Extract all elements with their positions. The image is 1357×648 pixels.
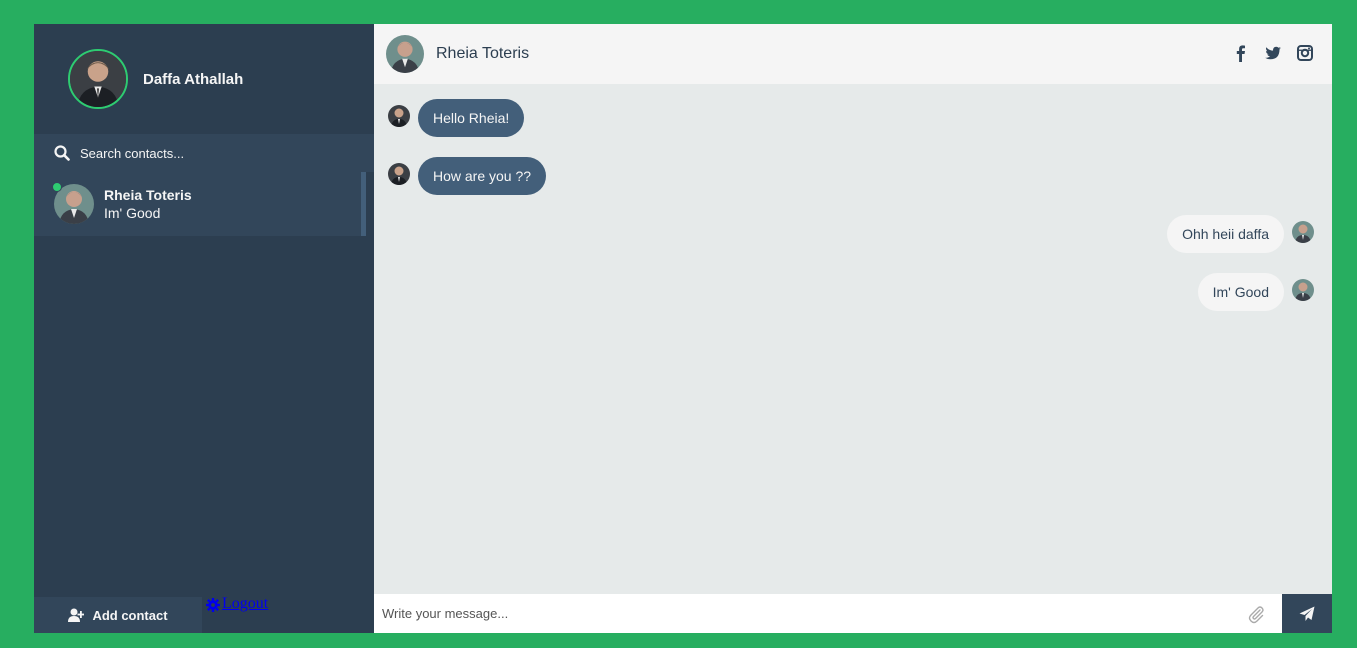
twitter-icon[interactable] — [1264, 44, 1282, 62]
contact-preview: Im' Good — [104, 205, 161, 221]
paper-plane-icon — [1299, 606, 1315, 621]
message-avatar — [1292, 279, 1314, 301]
user-profile: Daffa Athallah — [34, 24, 374, 134]
message-input[interactable] — [374, 594, 1246, 633]
sidebar: Daffa Athallah Search contacts... Rheia … — [34, 24, 374, 633]
contact-list: Rheia Toteris Im' Good — [34, 172, 374, 592]
logout-link[interactable]: Logout — [206, 595, 268, 633]
send-button[interactable] — [1282, 594, 1332, 633]
online-status-dot — [52, 182, 62, 192]
message-composer — [374, 594, 1332, 633]
message-bubble: Im' Good — [1197, 273, 1284, 311]
chat-contact-name: Rheia Toteris — [436, 45, 530, 62]
contact-avatar-wrap — [52, 182, 94, 224]
logout-label: Logout — [222, 595, 269, 612]
message-reply: Ohh heii daffa — [388, 215, 1314, 253]
social-links — [1232, 44, 1314, 62]
message-reply: Im' Good — [388, 273, 1314, 311]
sidebar-bottom-bar: Add contact Logout — [34, 595, 374, 633]
message-avatar — [388, 163, 410, 185]
message-bubble: Hello Rheia! — [418, 99, 525, 137]
search-bar — [34, 134, 374, 172]
message-avatar — [388, 105, 410, 127]
profile-avatar[interactable] — [68, 49, 128, 109]
paperclip-icon[interactable] — [1246, 604, 1266, 624]
message-bubble: How are you ?? — [418, 157, 547, 195]
instagram-icon[interactable] — [1296, 44, 1314, 62]
search-input[interactable] — [80, 145, 330, 161]
message-sent: Hello Rheia! — [388, 99, 1314, 137]
gear-icon — [206, 598, 220, 612]
chat-app-frame: Daffa Athallah Search contacts... Rheia … — [34, 24, 1332, 633]
chat-panel: Rheia Toteris Hello Rheia! How are you ?… — [374, 24, 1332, 633]
chat-header-avatar — [386, 35, 424, 73]
facebook-icon[interactable] — [1232, 44, 1250, 62]
message-bubble: Ohh heii daffa — [1167, 215, 1284, 253]
contact-item[interactable]: Rheia Toteris Im' Good — [34, 172, 366, 236]
chat-header: Rheia Toteris — [374, 24, 1332, 84]
profile-name: Daffa Athallah — [143, 70, 244, 88]
message-avatar — [1292, 221, 1314, 243]
add-contact-button[interactable]: Add contact — [34, 597, 202, 633]
user-plus-icon — [68, 608, 85, 622]
message-sent: How are you ?? — [388, 157, 1314, 195]
search-icon — [54, 145, 70, 161]
contact-name: Rheia Toteris — [104, 187, 192, 203]
message-list: Hello Rheia! How are you ?? Ohh heii daf… — [374, 84, 1332, 593]
add-contact-label: Add contact — [92, 607, 168, 623]
